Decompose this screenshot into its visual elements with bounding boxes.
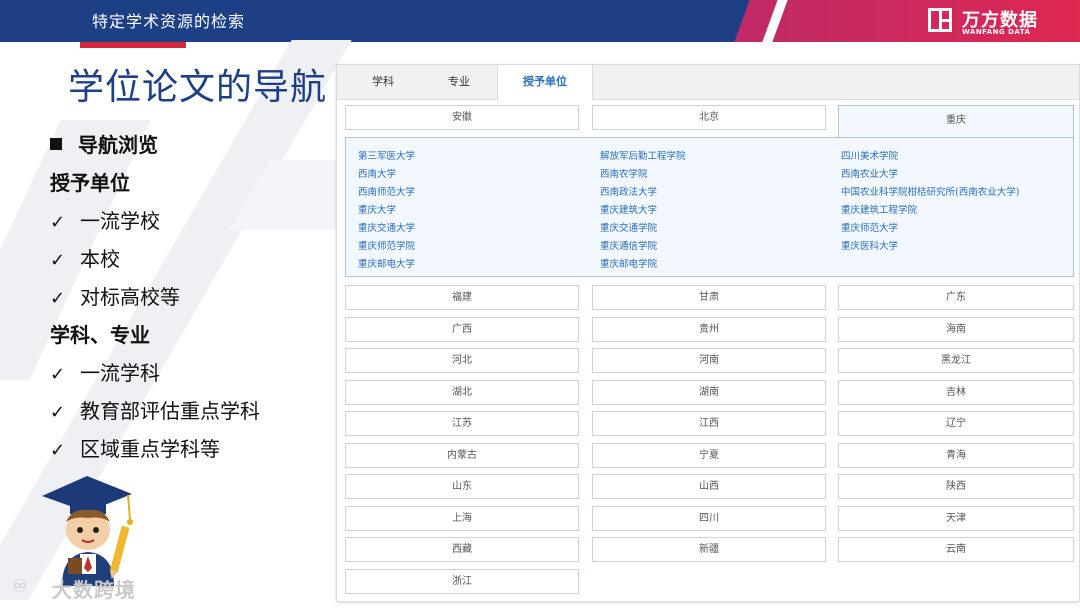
- check-icon: ✓: [50, 250, 66, 271]
- region-button[interactable]: 甘肃: [592, 285, 826, 310]
- outline-item: ✓ 本校: [50, 244, 320, 282]
- university-link[interactable]: 西南政法大学: [600, 184, 657, 198]
- outline-item: ✓ 教育部评估重点学科: [50, 396, 320, 434]
- square-bullet-icon: [50, 138, 62, 150]
- outline-heading-label: 导航浏览: [78, 133, 158, 157]
- region-button[interactable]: 内蒙古: [345, 443, 579, 468]
- outline-item: ✓ 一流学科: [50, 358, 320, 396]
- region-button[interactable]: 西藏: [345, 537, 579, 562]
- header-title: 特定学术资源的检索: [92, 12, 246, 31]
- region-button-anhui[interactable]: 安徽: [345, 105, 579, 130]
- region-button[interactable]: 福建: [345, 285, 579, 310]
- outline-item: ✓ 一流学校: [50, 206, 320, 244]
- university-link[interactable]: 重庆师范大学: [841, 220, 898, 234]
- check-icon: ✓: [50, 402, 66, 423]
- region-button[interactable]: 陕西: [838, 474, 1074, 499]
- check-icon: ✓: [50, 364, 66, 385]
- university-link[interactable]: 重庆建筑大学: [600, 202, 657, 216]
- region-button[interactable]: 河北: [345, 348, 579, 373]
- region-button-chongqing[interactable]: 重庆: [838, 105, 1074, 137]
- outline-subheading-grant: 授予单位: [50, 171, 130, 195]
- check-icon: ✓: [50, 212, 66, 233]
- region-button[interactable]: 海南: [838, 317, 1074, 342]
- navigation-panel: 学科 专业 授予单位 安徽 北京 重庆 第三军医大学 解放军后勤工程学院 四川美…: [336, 64, 1080, 602]
- region-button[interactable]: 湖北: [345, 380, 579, 405]
- tab-discipline[interactable]: 学科: [353, 65, 413, 99]
- university-link[interactable]: 重庆建筑工程学院: [841, 202, 917, 216]
- region-button[interactable]: 广东: [838, 285, 1074, 310]
- university-link[interactable]: 重庆通信学院: [600, 238, 657, 252]
- university-link[interactable]: 重庆大学: [358, 202, 396, 216]
- university-link[interactable]: 第三军医大学: [358, 148, 415, 162]
- university-list: 第三军医大学 解放军后勤工程学院 四川美术学院 西南大学 西南农学院 西南农业大…: [345, 137, 1074, 277]
- graduate-mascot-icon: [42, 476, 133, 586]
- check-icon: ✓: [50, 288, 66, 309]
- university-link[interactable]: 重庆邮电学院: [600, 256, 657, 270]
- outline-item-label: 一流学科: [80, 361, 160, 385]
- university-link[interactable]: 西南师范大学: [358, 184, 415, 198]
- university-link[interactable]: 西南大学: [358, 166, 396, 180]
- region-button[interactable]: 山西: [592, 474, 826, 499]
- tab-bar: 学科 专业 授予单位: [337, 65, 1079, 100]
- region-button[interactable]: 浙江: [345, 569, 579, 594]
- region-button[interactable]: 贵州: [592, 317, 826, 342]
- region-button[interactable]: 江西: [592, 411, 826, 436]
- region-button[interactable]: 青海: [838, 443, 1074, 468]
- region-button[interactable]: 吉林: [838, 380, 1074, 405]
- check-icon: ✓: [50, 440, 66, 461]
- region-button[interactable]: 广西: [345, 317, 579, 342]
- outline-item-label: 对标高校等: [80, 285, 180, 309]
- tab-major[interactable]: 专业: [429, 65, 489, 99]
- region-button[interactable]: 宁夏: [592, 443, 826, 468]
- watermark-logo-icon: ♾: [12, 576, 29, 597]
- region-button[interactable]: 天津: [838, 506, 1074, 531]
- university-link[interactable]: 重庆交通大学: [358, 220, 415, 234]
- region-button[interactable]: 江苏: [345, 411, 579, 436]
- region-button[interactable]: 山东: [345, 474, 579, 499]
- outline-item-label: 区域重点学科等: [80, 437, 220, 461]
- outline-subheading-discipline: 学科、专业: [50, 323, 150, 347]
- outline-heading-nav: 导航浏览: [50, 130, 320, 168]
- university-link[interactable]: 重庆师范学院: [358, 238, 415, 252]
- page-title: 学位论文的导航: [68, 67, 328, 108]
- region-button[interactable]: 新疆: [592, 537, 826, 562]
- header-accent-bar: [80, 42, 186, 48]
- outline-item: ✓ 区域重点学科等: [50, 434, 320, 472]
- region-button[interactable]: 河南: [592, 348, 826, 373]
- logo-subtext: WANFANG DATA: [962, 28, 1031, 36]
- university-link[interactable]: 重庆交通学院: [600, 220, 657, 234]
- outline-item: ✓ 对标高校等: [50, 282, 320, 320]
- region-button[interactable]: 上海: [345, 506, 579, 531]
- university-link[interactable]: 解放军后勤工程学院: [600, 148, 686, 162]
- region-button[interactable]: 黑龙江: [838, 348, 1074, 373]
- region-button[interactable]: 四川: [592, 506, 826, 531]
- outline-item-label: 一流学校: [80, 209, 160, 233]
- university-link[interactable]: 重庆邮电大学: [358, 256, 415, 270]
- university-link[interactable]: 西南农业大学: [841, 166, 898, 180]
- tab-grant-unit[interactable]: 授予单位: [497, 65, 593, 100]
- region-button[interactable]: 湖南: [592, 380, 826, 405]
- watermark-text: 大数跨境: [52, 578, 136, 602]
- outline-list: 导航浏览 授予单位 ✓ 一流学校 ✓ 本校 ✓ 对标高校等 学科、专业 ✓ 一流学科 ✓…: [50, 130, 320, 472]
- wanfang-logo: 万方数据 WANFANG DATA: [928, 6, 1068, 38]
- university-link[interactable]: 四川美术学院: [841, 148, 898, 162]
- university-link[interactable]: 西南农学院: [600, 166, 648, 180]
- region-button[interactable]: 辽宁: [838, 411, 1074, 436]
- outline-item-label: 本校: [80, 247, 120, 271]
- region-button[interactable]: 云南: [838, 537, 1074, 562]
- logo-mark-icon: [928, 8, 952, 32]
- region-button-beijing[interactable]: 北京: [592, 105, 826, 130]
- outline-item-label: 教育部评估重点学科: [80, 399, 260, 423]
- university-link[interactable]: 重庆医科大学: [841, 238, 898, 252]
- university-link[interactable]: 中国农业科学院柑桔研究所(西南农业大学): [841, 184, 1019, 198]
